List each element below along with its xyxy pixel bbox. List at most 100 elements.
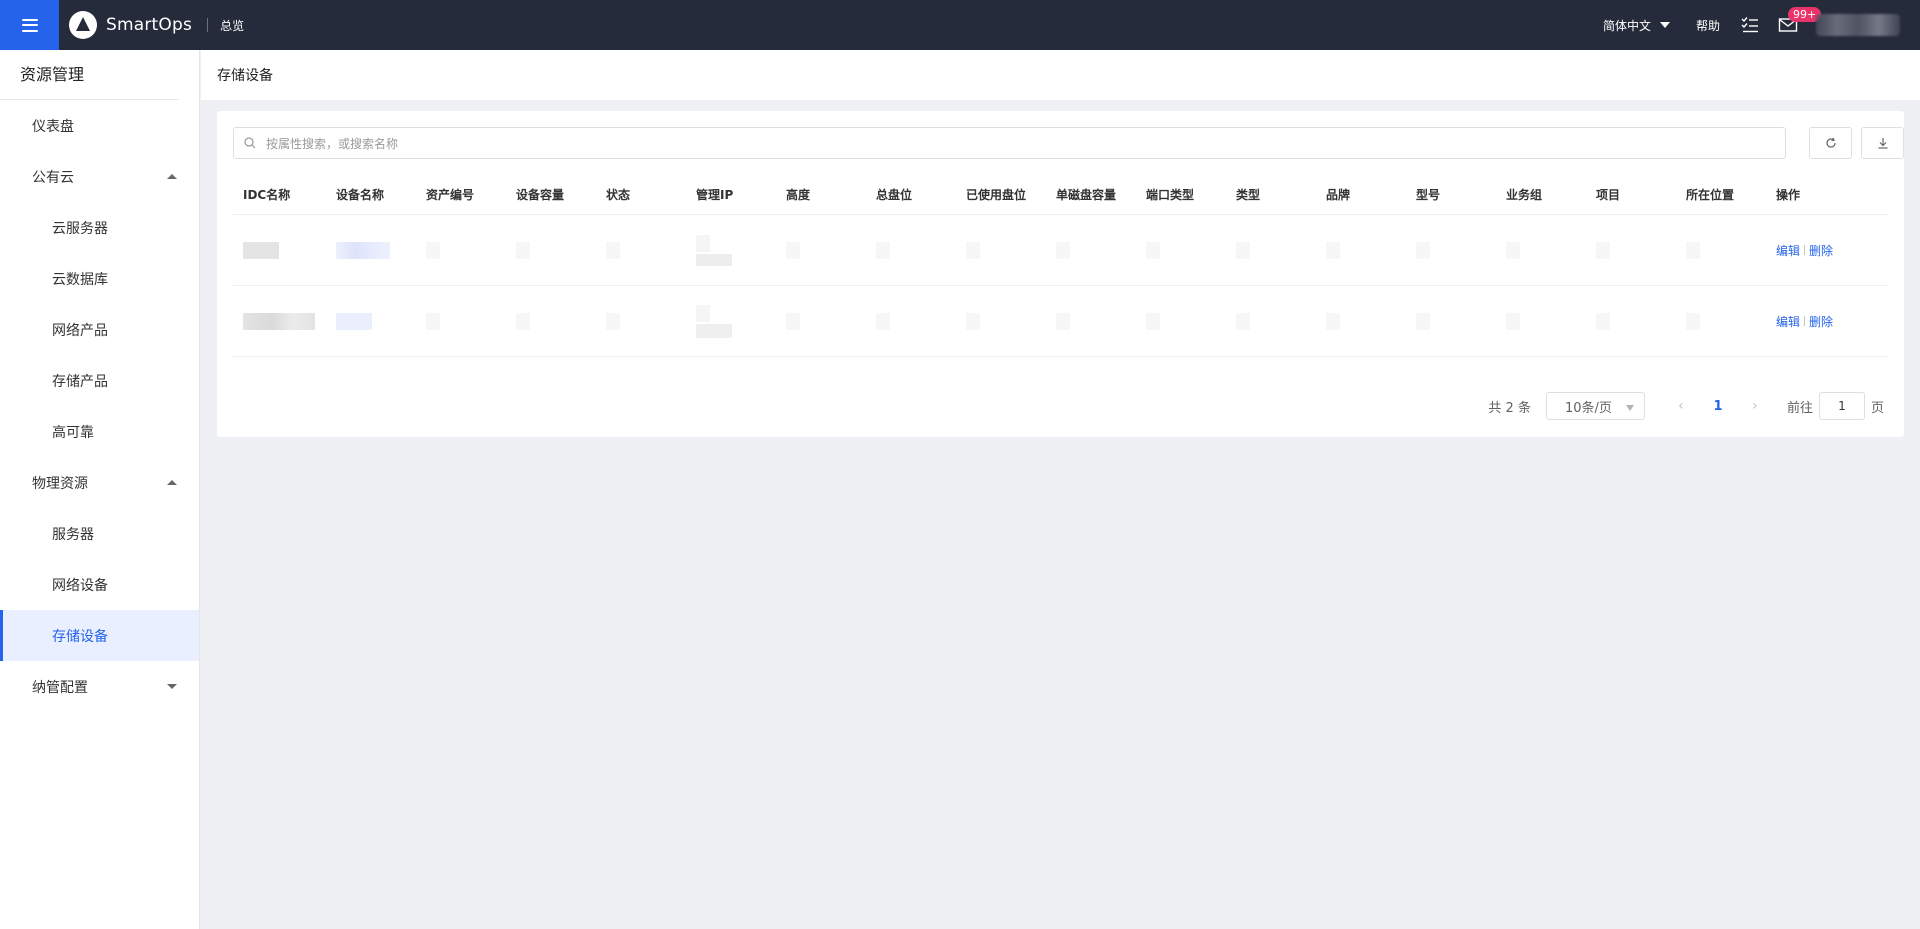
language-label: 简体中文	[1602, 18, 1651, 33]
height-cell	[776, 215, 866, 285]
page-header: 存储设备	[201, 50, 1920, 100]
table-header: IDC名称 设备名称 资产编号 设备容量 状态 管理IP 高度 总盘位 已使用盘…	[233, 175, 1889, 215]
sidebar-item-public-cloud[interactable]: 公有云	[0, 151, 199, 202]
storage-device-table: IDC名称 设备名称 资产编号 设备容量 状态 管理IP 高度 总盘位 已使用盘…	[233, 175, 1889, 357]
sidebar-item-label: 公有云	[32, 169, 74, 186]
menu-toggle-button[interactable]	[0, 0, 59, 50]
sidebar-item-managed-config[interactable]: 纳管配置	[0, 661, 199, 712]
column-header: 操作	[1776, 188, 1801, 202]
sidebar-item-label: 物理资源	[32, 475, 88, 492]
port-type-cell	[1136, 215, 1226, 285]
total-slots-cell	[866, 215, 956, 285]
sidebar-item-label: 网络设备	[52, 577, 108, 594]
disk-capacity-cell	[1046, 215, 1136, 285]
asset-number-cell	[416, 286, 506, 356]
goto-suffix: 页	[1870, 400, 1884, 416]
sidebar-item-label: 云数据库	[52, 271, 108, 288]
sidebar-item-dashboard[interactable]: 仪表盘	[0, 100, 199, 151]
sidebar-item-server[interactable]: 服务器	[0, 508, 199, 559]
top-breadcrumb-overview[interactable]: 总览	[220, 17, 244, 34]
page-title: 存储设备	[217, 68, 273, 84]
download-button[interactable]	[1861, 127, 1904, 159]
chevron-down-icon	[1659, 22, 1670, 28]
total-count: 共 2 条	[1488, 400, 1531, 416]
next-page-button[interactable]: ›	[1743, 398, 1767, 414]
management-ip-cell	[686, 286, 776, 356]
pagination: 共 2 条 10条/页 ‹ 1 › 前往 页	[1488, 392, 1884, 420]
type-cell	[1226, 286, 1316, 356]
actions-cell: 编辑 删除	[1766, 286, 1856, 356]
refresh-button[interactable]	[1809, 127, 1852, 159]
sidebar-item-cloud-server[interactable]: 云服务器	[0, 202, 199, 253]
goto-page: 前往 页	[1787, 392, 1884, 420]
sidebar-item-physical-resources[interactable]: 物理资源	[0, 457, 199, 508]
search-icon	[244, 137, 256, 149]
chevron-up-icon	[167, 174, 177, 179]
column-header: 品牌	[1326, 188, 1351, 202]
asset-number-cell	[416, 215, 506, 285]
capacity-cell	[506, 215, 596, 285]
column-header: 高度	[786, 188, 811, 202]
delete-button[interactable]: 删除	[1809, 242, 1833, 259]
business-group-cell	[1496, 215, 1586, 285]
user-avatar-menu[interactable]	[1816, 14, 1900, 36]
edit-button[interactable]: 编辑	[1776, 242, 1800, 259]
chevron-up-icon	[167, 480, 177, 485]
column-header: 业务组	[1506, 188, 1543, 202]
help-link[interactable]: 帮助	[1696, 17, 1720, 34]
column-header: 设备名称	[336, 188, 385, 202]
prev-page-button[interactable]: ‹	[1669, 398, 1693, 414]
location-cell	[1676, 286, 1766, 356]
management-ip-cell	[686, 215, 776, 285]
search-input[interactable]: 按属性搜索，或搜索名称	[233, 127, 1786, 159]
chevron-down-icon	[1625, 405, 1634, 411]
column-header: 总盘位	[876, 188, 913, 202]
sidebar-item-label: 服务器	[52, 526, 94, 543]
column-header: 状态	[606, 188, 631, 202]
delete-button[interactable]: 删除	[1809, 313, 1833, 330]
action-divider	[1804, 245, 1806, 255]
brand-name: SmartOps	[106, 15, 193, 35]
used-slots-cell	[956, 286, 1046, 356]
page-number[interactable]: 1	[1693, 399, 1743, 414]
brand-logo[interactable]: SmartOps	[69, 11, 192, 39]
top-bar: SmartOps 总览 简体中文 帮助 99+	[0, 0, 1920, 50]
sidebar-item-network-device[interactable]: 网络设备	[0, 559, 199, 610]
sidebar-item-label: 存储产品	[52, 373, 108, 390]
sidebar-item-network-product[interactable]: 网络产品	[0, 304, 199, 355]
project-cell	[1586, 286, 1676, 356]
idc-name-cell	[233, 286, 326, 356]
refresh-icon	[1825, 137, 1836, 148]
sidebar-item-high-availability[interactable]: 高可靠	[0, 406, 199, 457]
location-cell	[1676, 215, 1766, 285]
sidebar-item-label: 存储设备	[52, 628, 108, 645]
goto-prefix: 前往	[1786, 400, 1813, 416]
page-size-value: 10条/页	[1564, 400, 1612, 416]
capacity-cell	[506, 286, 596, 356]
idc-name-cell	[233, 215, 326, 285]
edit-button[interactable]: 编辑	[1776, 313, 1800, 330]
todo-list-icon[interactable]	[1740, 16, 1760, 34]
device-name-cell[interactable]	[326, 215, 416, 285]
sidebar-item-label: 仪表盘	[32, 118, 74, 135]
column-header: 类型	[1236, 188, 1261, 202]
column-header: 资产编号	[426, 188, 475, 202]
page-size-select[interactable]: 10条/页	[1545, 392, 1645, 420]
sidebar-item-cloud-database[interactable]: 云数据库	[0, 253, 199, 304]
logo-icon	[69, 11, 97, 39]
sidebar-item-label: 云服务器	[52, 220, 108, 237]
column-header: 设备容量	[516, 188, 565, 202]
column-header: 所在位置	[1686, 188, 1735, 202]
port-type-cell	[1136, 286, 1226, 356]
goto-page-input[interactable]	[1818, 392, 1865, 420]
mail-button[interactable]: 99+	[1778, 7, 1822, 34]
table-row: 编辑 删除	[233, 215, 1889, 286]
disk-capacity-cell	[1046, 286, 1136, 356]
sidebar-item-storage-product[interactable]: 存储产品	[0, 355, 199, 406]
sidebar-item-storage-device[interactable]: 存储设备	[0, 610, 199, 661]
column-header: 端口类型	[1146, 188, 1195, 202]
device-name-cell[interactable]	[326, 286, 416, 356]
language-select[interactable]: 简体中文	[1603, 17, 1670, 34]
column-header: 管理IP	[696, 188, 734, 202]
sidebar-title: 资源管理	[0, 50, 179, 100]
